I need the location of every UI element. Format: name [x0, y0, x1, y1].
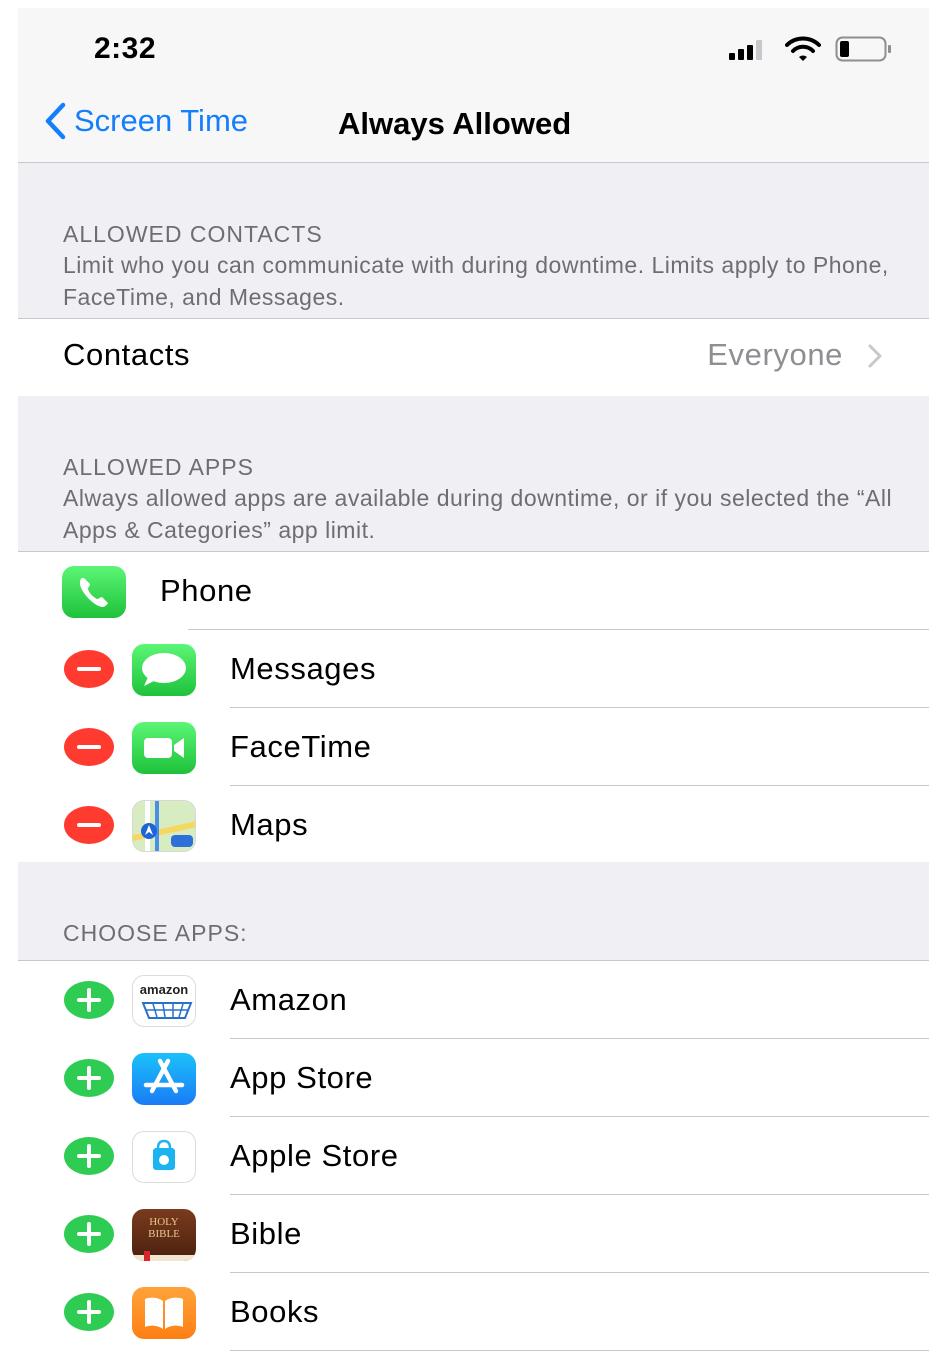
- page-title: Always Allowed: [338, 106, 572, 141]
- choose-apps-header: CHOOSE APPS:: [18, 862, 929, 960]
- choose-app-row-books[interactable]: Books: [18, 1273, 929, 1351]
- screen: 2:32 Screen Time Always Allowed ALLOWED …: [18, 8, 929, 1368]
- books-icon: [132, 1287, 196, 1339]
- app-name-maps: Maps: [230, 807, 309, 842]
- app-name-phone: Phone: [160, 573, 253, 608]
- choose-apps-title: CHOOSE APPS:: [63, 920, 248, 946]
- contacts-value: Everyone: [707, 337, 843, 372]
- battery-icon: [835, 36, 891, 62]
- allowed-apps-description: Always allowed apps are available during…: [63, 485, 893, 543]
- status-time: 2:32: [94, 32, 157, 65]
- apple-store-icon: [132, 1131, 196, 1183]
- chevron-right-icon: [868, 344, 882, 368]
- app-name-messages: Messages: [230, 651, 377, 686]
- allowed-apps-list: Phone Messages FaceTime Maps: [18, 551, 929, 864]
- remove-messages-button[interactable]: [64, 650, 114, 688]
- messages-icon: [132, 644, 196, 696]
- add-bible-button[interactable]: [64, 1215, 114, 1253]
- remove-facetime-button[interactable]: [64, 728, 114, 766]
- bible-icon-text-holy: HOLY: [149, 1216, 179, 1228]
- allowed-contacts-description: Limit who you can communicate with durin…: [63, 252, 889, 310]
- status-icons: [727, 36, 893, 62]
- choose-app-row-amazon[interactable]: amazon Amazon: [18, 961, 929, 1039]
- chevron-left-icon: [45, 102, 66, 140]
- allowed-apps-title: ALLOWED APPS: [63, 454, 254, 480]
- choose-app-row-bible[interactable]: HOLY BIBLE Bible: [18, 1195, 929, 1273]
- add-apple-store-button[interactable]: [64, 1137, 114, 1175]
- allowed-app-row-maps[interactable]: Maps: [18, 786, 929, 864]
- maps-icon: [132, 800, 196, 852]
- add-amazon-button[interactable]: [64, 981, 114, 1019]
- app-name-bible: Bible: [230, 1216, 302, 1251]
- choose-app-row-app-store[interactable]: App Store: [18, 1039, 929, 1117]
- signal-icon: [729, 40, 762, 60]
- phone-icon: [62, 566, 126, 618]
- row-separator: [230, 1350, 929, 1351]
- allowed-contacts-title: ALLOWED CONTACTS: [63, 221, 323, 247]
- back-button-label: Screen Time: [74, 103, 249, 138]
- app-name-app-store: App Store: [230, 1060, 374, 1095]
- choose-app-row-apple-store[interactable]: Apple Store: [18, 1117, 929, 1195]
- contacts-row[interactable]: Contacts Everyone: [18, 318, 929, 397]
- add-app-store-button[interactable]: [64, 1059, 114, 1097]
- back-button[interactable]: Screen Time: [44, 102, 248, 140]
- bible-icon-text-bible: BIBLE: [148, 1228, 180, 1240]
- navigation-bar: Screen Time Always Allowed: [18, 88, 929, 163]
- allowed-apps-header: ALLOWED APPS Always allowed apps are ava…: [18, 396, 929, 551]
- app-name-books: Books: [230, 1294, 320, 1329]
- contacts-label: Contacts: [63, 337, 191, 372]
- amazon-icon: amazon: [132, 975, 196, 1027]
- choose-apps-list: amazon Amazon App Store Apple Store HOLY…: [18, 960, 929, 1368]
- allowed-app-row-phone[interactable]: Phone: [18, 552, 929, 630]
- app-name-amazon: Amazon: [230, 982, 348, 1017]
- app-store-icon: [132, 1053, 196, 1105]
- facetime-icon: [132, 722, 196, 774]
- add-books-button[interactable]: [64, 1293, 114, 1331]
- app-name-apple-store: Apple Store: [230, 1138, 399, 1173]
- wifi-icon: [785, 36, 821, 61]
- app-name-facetime: FaceTime: [230, 729, 372, 764]
- allowed-app-row-facetime[interactable]: FaceTime: [18, 708, 929, 786]
- allowed-app-row-messages[interactable]: Messages: [18, 630, 929, 708]
- remove-maps-button[interactable]: [64, 806, 114, 844]
- allowed-contacts-header: ALLOWED CONTACTS Limit who you can commu…: [18, 163, 929, 318]
- status-bar: 2:32: [18, 8, 929, 88]
- bible-icon: HOLY BIBLE: [132, 1209, 196, 1261]
